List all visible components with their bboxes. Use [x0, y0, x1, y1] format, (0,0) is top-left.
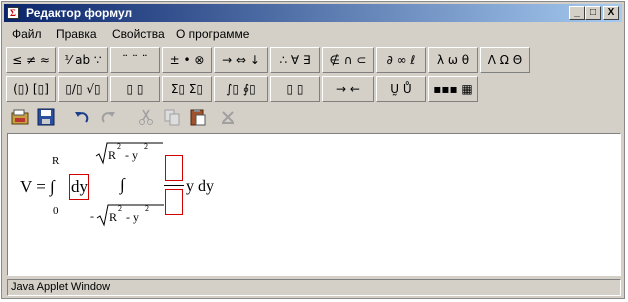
- denominator-placeholder[interactable]: [165, 189, 183, 215]
- radical-upper-r: R: [108, 148, 117, 162]
- status-bar: Java Applet Window: [7, 279, 621, 296]
- palette-operators[interactable]: ± • ⊗: [162, 47, 212, 73]
- palette-arrows[interactable]: → ⇔ ↓: [214, 47, 268, 73]
- radical-upper-minus-y: - y: [125, 148, 138, 162]
- menu-edit[interactable]: Правка: [56, 27, 97, 41]
- radical-upper-exp2: 2: [144, 142, 148, 151]
- palette-logic[interactable]: ∴ ∀ ∃: [270, 47, 320, 73]
- open-icon[interactable]: [8, 106, 32, 130]
- title-bar[interactable]: Σ Редактор формул _ □ X: [4, 4, 622, 22]
- palette-sets[interactable]: ∉ ∩ ⊂: [322, 47, 374, 73]
- radical-lower-exp2: 2: [145, 204, 149, 213]
- palette-summations[interactable]: Σ▯ Σ▯: [162, 76, 212, 102]
- menu-about[interactable]: О программе: [176, 27, 249, 41]
- lower-limit: 0: [53, 205, 59, 217]
- paste-icon[interactable]: [186, 106, 210, 130]
- formula-lhs: V = ∫: [20, 177, 55, 196]
- radical-lower-minus-y: - y: [126, 210, 139, 224]
- palette-spaces[interactable]: ⅟ ab ∵: [58, 47, 108, 73]
- undo-icon[interactable]: [70, 106, 94, 130]
- menu-bar: Файл Правка Свойства О программе: [4, 24, 622, 44]
- formula-tail: y dy: [186, 178, 214, 195]
- palette-integrals[interactable]: ∫▯ ∮▯: [214, 76, 268, 102]
- palette-fractions-radicals[interactable]: ▯/▯ √▯: [58, 76, 108, 102]
- palette-greek-upper[interactable]: Λ Ω Θ: [480, 47, 530, 73]
- inner-integral: ∫: [120, 175, 125, 194]
- clear-icon[interactable]: [216, 106, 240, 130]
- palette-fences[interactable]: (▯) [▯]: [6, 76, 56, 102]
- app-icon: Σ: [7, 7, 19, 19]
- formula-editor-window: Σ Редактор формул _ □ X Файл Правка Свой…: [1, 1, 625, 299]
- palette-greek-lower[interactable]: λ ω θ: [428, 47, 478, 73]
- palette-relations[interactable]: ≤ ≠ ≈: [6, 47, 56, 73]
- menu-properties[interactable]: Свойства: [112, 27, 165, 41]
- palette-misc[interactable]: ∂ ∞ ℓ: [376, 47, 426, 73]
- palette-products-sets[interactable]: Ṵ Ů: [376, 76, 426, 102]
- radical-lower-r: R: [109, 210, 118, 224]
- cut-icon[interactable]: [134, 106, 158, 130]
- palette-matrices[interactable]: ▪▪▪ ▦: [428, 76, 478, 102]
- minimize-button[interactable]: _: [569, 6, 585, 20]
- radical-lower-exp1: 2: [118, 204, 122, 213]
- upper-limit: R: [52, 155, 60, 167]
- maximize-button[interactable]: □: [585, 6, 601, 20]
- formula-canvas[interactable]: V = ∫ R 0 dy ∫ R 2 - y 2 - R 2 - y 2 y d…: [7, 133, 621, 276]
- minus-sign: -: [90, 209, 94, 223]
- palette-embellishments[interactable]: ¨ ¨ ¨: [110, 47, 160, 73]
- radical-upper-exp1: 2: [117, 142, 121, 151]
- fraction-bar: [164, 185, 184, 186]
- copy-icon[interactable]: [160, 106, 184, 130]
- save-icon[interactable]: [34, 106, 58, 130]
- close-button[interactable]: X: [603, 6, 619, 20]
- menu-file[interactable]: Файл: [12, 27, 42, 41]
- numerator-placeholder[interactable]: [165, 155, 183, 181]
- palette-scripts[interactable]: ▯ ▯: [110, 76, 160, 102]
- window-title: Редактор формул: [26, 6, 133, 20]
- redo-icon[interactable]: [96, 106, 120, 130]
- palette-labeled-arrows[interactable]: → ←: [322, 76, 374, 102]
- palette-bars[interactable]: ▯ ▯: [270, 76, 320, 102]
- box-dy: dy: [71, 177, 88, 196]
